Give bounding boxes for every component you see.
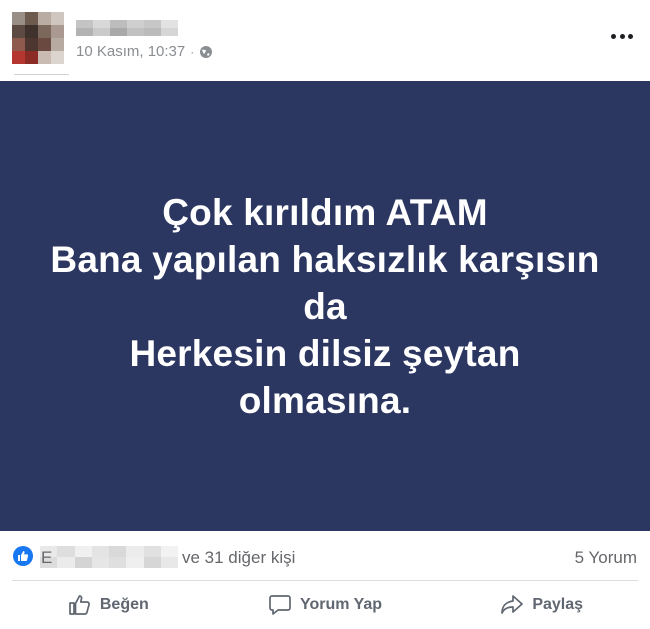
more-dots-icon <box>611 33 616 39</box>
thumbs-up-icon <box>68 594 92 616</box>
post-timestamp[interactable]: 10 Kasım, 10:37 <box>76 43 185 60</box>
author-name-redacted[interactable] <box>76 20 178 36</box>
comment-button[interactable]: Yorum Yap <box>217 581 434 629</box>
post-text-line: Herkesin dilsiz şeytan <box>129 332 521 374</box>
comment-label: Yorum Yap <box>299 596 383 613</box>
post-text-line: olmasına. <box>238 379 412 421</box>
post-meta: 10 Kasım, 10:37 · <box>76 43 213 60</box>
meta-separator: · <box>190 44 195 59</box>
post-text-line: da <box>303 285 347 327</box>
avatar[interactable] <box>12 12 64 64</box>
like-icon[interactable] <box>13 546 33 566</box>
post-text: Çok kırıldım ATAM Bana yapılan haksızlık… <box>50 189 599 424</box>
post-text-line: Çok kırıldım ATAM <box>162 191 488 233</box>
reactor-names-redacted[interactable] <box>40 546 178 568</box>
share-button[interactable]: Paylaş <box>433 581 650 629</box>
post-background-card: Çok kırıldım ATAM Bana yapılan haksızlık… <box>0 81 650 531</box>
like-button[interactable]: Beğen <box>0 581 217 629</box>
comments-count[interactable]: 5 Yorum <box>575 548 637 568</box>
share-arrow-icon <box>500 594 524 616</box>
comment-icon <box>268 594 292 616</box>
reactions-count[interactable]: ve 31 diğer kişi <box>182 548 295 568</box>
share-label: Paylaş <box>532 596 584 613</box>
more-dots-icon <box>628 33 633 39</box>
more-options-button[interactable] <box>608 24 636 48</box>
post-text-line: Bana yapılan haksızlık karşısın <box>50 238 600 280</box>
globe-icon <box>199 45 213 59</box>
action-bar: Beğen Yorum Yap Paylaş <box>0 581 650 629</box>
post-header: 10 Kasım, 10:37 · <box>0 0 650 80</box>
reactor-initial: E <box>41 548 53 567</box>
header-divider <box>14 74 69 75</box>
like-label: Beğen <box>99 596 149 613</box>
more-dots-icon <box>619 33 625 39</box>
